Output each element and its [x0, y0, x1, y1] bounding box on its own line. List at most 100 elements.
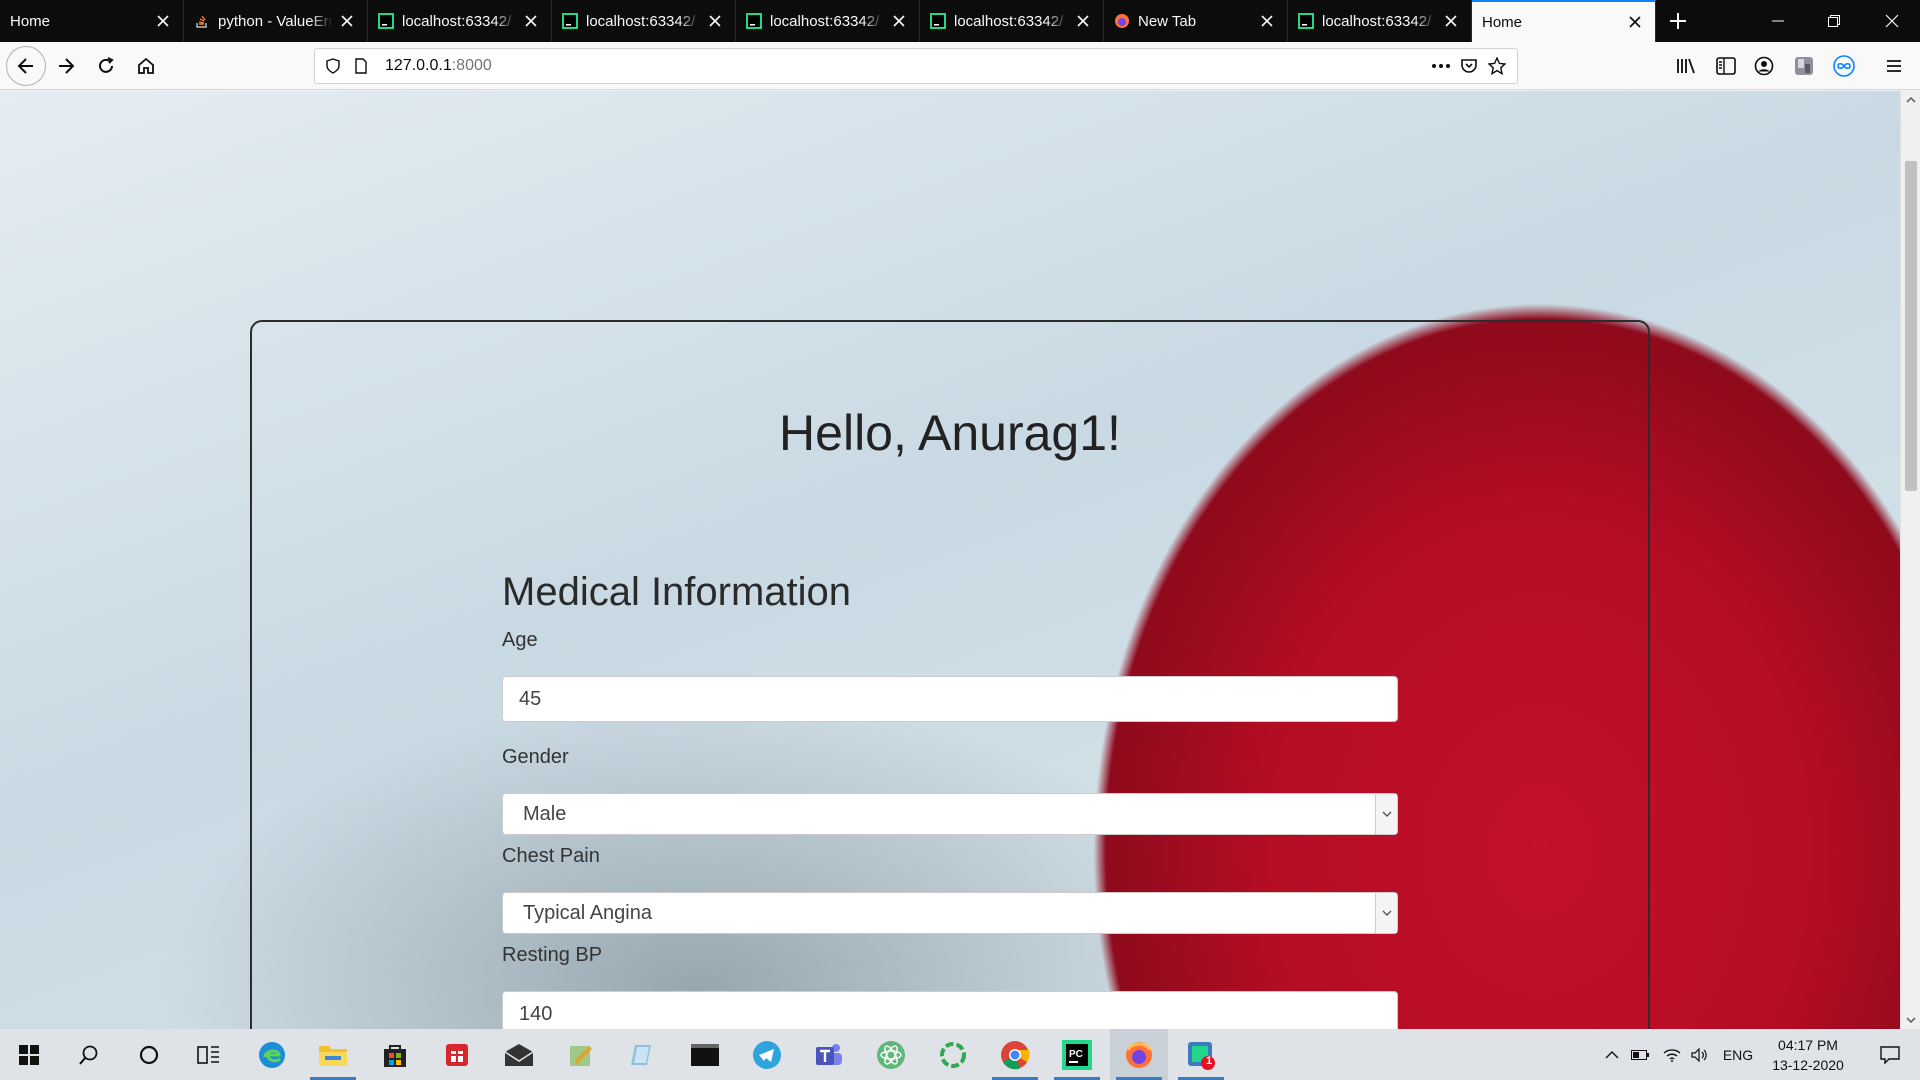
tab-localhost-4[interactable]: localhost:63342/ — [920, 0, 1104, 42]
firefox-icon — [1114, 13, 1130, 29]
age-label: Age — [502, 629, 538, 651]
extension-loop-button[interactable] — [1826, 48, 1862, 84]
scrollbar-thumb[interactable] — [1905, 161, 1917, 491]
tab-title: localhost:63342/ — [770, 12, 880, 30]
file-explorer-icon[interactable] — [304, 1029, 362, 1080]
tab-home-1[interactable]: Home — [0, 0, 184, 42]
tab-title: python - ValueError — [218, 12, 333, 30]
close-icon[interactable] — [1253, 7, 1281, 35]
teams-icon[interactable] — [800, 1029, 858, 1080]
task-view-icon[interactable] — [180, 1029, 238, 1080]
windows-start-icon[interactable] — [0, 1029, 58, 1080]
tab-title: Home — [10, 12, 51, 30]
chevron-down-icon[interactable] — [1375, 794, 1397, 834]
restore-button[interactable] — [1806, 0, 1862, 42]
store-icon[interactable] — [366, 1029, 424, 1080]
chrome-icon[interactable] — [986, 1029, 1044, 1080]
telegram-icon[interactable] — [738, 1029, 796, 1080]
library-icon — [1677, 58, 1695, 74]
more-actions-icon[interactable] — [1427, 52, 1455, 80]
bookmark-star-icon[interactable] — [1483, 52, 1511, 80]
gift-icon[interactable] — [428, 1029, 486, 1080]
tab-home-active[interactable]: Home — [1472, 0, 1656, 42]
scroll-down-icon — [1906, 1017, 1916, 1023]
tab-localhost-2[interactable]: localhost:63342/ — [552, 0, 736, 42]
arrow-left-icon — [17, 58, 33, 74]
account-icon — [1754, 56, 1774, 76]
pocket-icon[interactable] — [1455, 52, 1483, 80]
resting-bp-label: Resting BP — [502, 944, 603, 966]
new-tab-button[interactable] — [1656, 0, 1700, 42]
close-icon[interactable] — [149, 7, 177, 35]
menu-button[interactable] — [1876, 48, 1912, 84]
close-icon[interactable] — [885, 7, 913, 35]
close-icon[interactable] — [517, 7, 545, 35]
home-button[interactable] — [128, 48, 164, 84]
pycharm-icon — [378, 13, 394, 29]
page-greeting: Hello, Anurag1! — [779, 405, 1121, 461]
sidebar-icon — [1716, 57, 1736, 75]
sidebar-button[interactable] — [1708, 48, 1744, 84]
medical-form: Medical Information Age 45 Gender Male C… — [502, 570, 1398, 1029]
infinity-icon — [1833, 55, 1855, 77]
tab-localhost-5[interactable]: localhost:63342/ — [1288, 0, 1472, 42]
svg-text:PC: PC — [1069, 1049, 1083, 1060]
shield-icon[interactable] — [319, 52, 347, 80]
mail-icon[interactable] — [490, 1029, 548, 1080]
atom-icon[interactable] — [862, 1029, 920, 1080]
reload-button[interactable] — [88, 48, 124, 84]
minimize-button[interactable] — [1750, 0, 1806, 42]
page-scrollbar[interactable] — [1900, 91, 1920, 1029]
badge-app-icon[interactable]: 1 — [1172, 1029, 1230, 1080]
firefox-icon[interactable] — [1110, 1029, 1168, 1080]
account-button[interactable] — [1746, 48, 1782, 84]
navigation-toolbar: 127.0.0.1:8000 — [0, 42, 1920, 90]
refresh-app-icon[interactable] — [924, 1029, 982, 1080]
chest-pain-label: Chest Pain — [502, 845, 600, 867]
form-card: Hello, Anurag1! Medical Information Age … — [250, 320, 1650, 1029]
close-icon[interactable] — [1621, 8, 1649, 36]
tab-stackoverflow[interactable]: python - ValueError — [184, 0, 368, 42]
chest-pain-select-value: Typical Angina — [523, 902, 652, 924]
pycharm-icon — [1298, 13, 1314, 29]
close-icon — [1885, 14, 1899, 28]
age-input[interactable]: 45 — [502, 676, 1398, 722]
notification-center-icon[interactable] — [1862, 1029, 1918, 1080]
pycharm-icon[interactable]: PC — [1048, 1029, 1106, 1080]
pycharm-icon — [746, 13, 762, 29]
tab-title: localhost:63342/ — [402, 12, 512, 30]
back-button[interactable] — [6, 46, 46, 86]
tab-localhost-1[interactable]: localhost:63342/ — [368, 0, 552, 42]
url-bar[interactable]: 127.0.0.1:8000 — [314, 48, 1518, 84]
close-icon[interactable] — [333, 7, 361, 35]
library-button[interactable] — [1668, 48, 1704, 84]
gender-select[interactable]: Male — [502, 793, 1398, 835]
extension-button[interactable] — [1786, 48, 1822, 84]
battery-icon[interactable] — [1628, 1029, 1652, 1080]
close-window-button[interactable] — [1864, 0, 1920, 42]
search-icon[interactable] — [60, 1029, 118, 1080]
system-clock[interactable]: 04:17 PM 13-12-2020 — [1758, 1035, 1858, 1075]
language-indicator[interactable]: ENG — [1720, 1029, 1756, 1080]
chevron-down-icon[interactable] — [1375, 893, 1397, 933]
close-icon[interactable] — [1069, 7, 1097, 35]
wifi-icon[interactable] — [1660, 1029, 1684, 1080]
cortana-icon[interactable] — [120, 1029, 178, 1080]
edge-icon[interactable] — [243, 1029, 301, 1080]
resting-bp-input[interactable]: 140 — [502, 991, 1398, 1029]
notepad-icon[interactable] — [552, 1029, 610, 1080]
page-icon[interactable] — [347, 52, 375, 80]
chevron-up-icon[interactable] — [1600, 1029, 1624, 1080]
close-icon[interactable] — [701, 7, 729, 35]
forward-button[interactable] — [48, 48, 84, 84]
paint-icon[interactable] — [614, 1029, 672, 1080]
tab-strip: Home python - ValueError localhost:63342… — [0, 0, 1920, 42]
pycharm-icon — [930, 13, 946, 29]
chest-pain-select[interactable]: Typical Angina — [502, 892, 1398, 934]
windows-taskbar: PC 1 ENG 04:17 PM 13-12-2020 — [0, 1029, 1920, 1080]
tab-new-tab[interactable]: New Tab — [1104, 0, 1288, 42]
terminal-icon[interactable] — [676, 1029, 734, 1080]
tab-localhost-3[interactable]: localhost:63342/ — [736, 0, 920, 42]
volume-icon[interactable] — [1688, 1029, 1712, 1080]
close-icon[interactable] — [1437, 7, 1465, 35]
